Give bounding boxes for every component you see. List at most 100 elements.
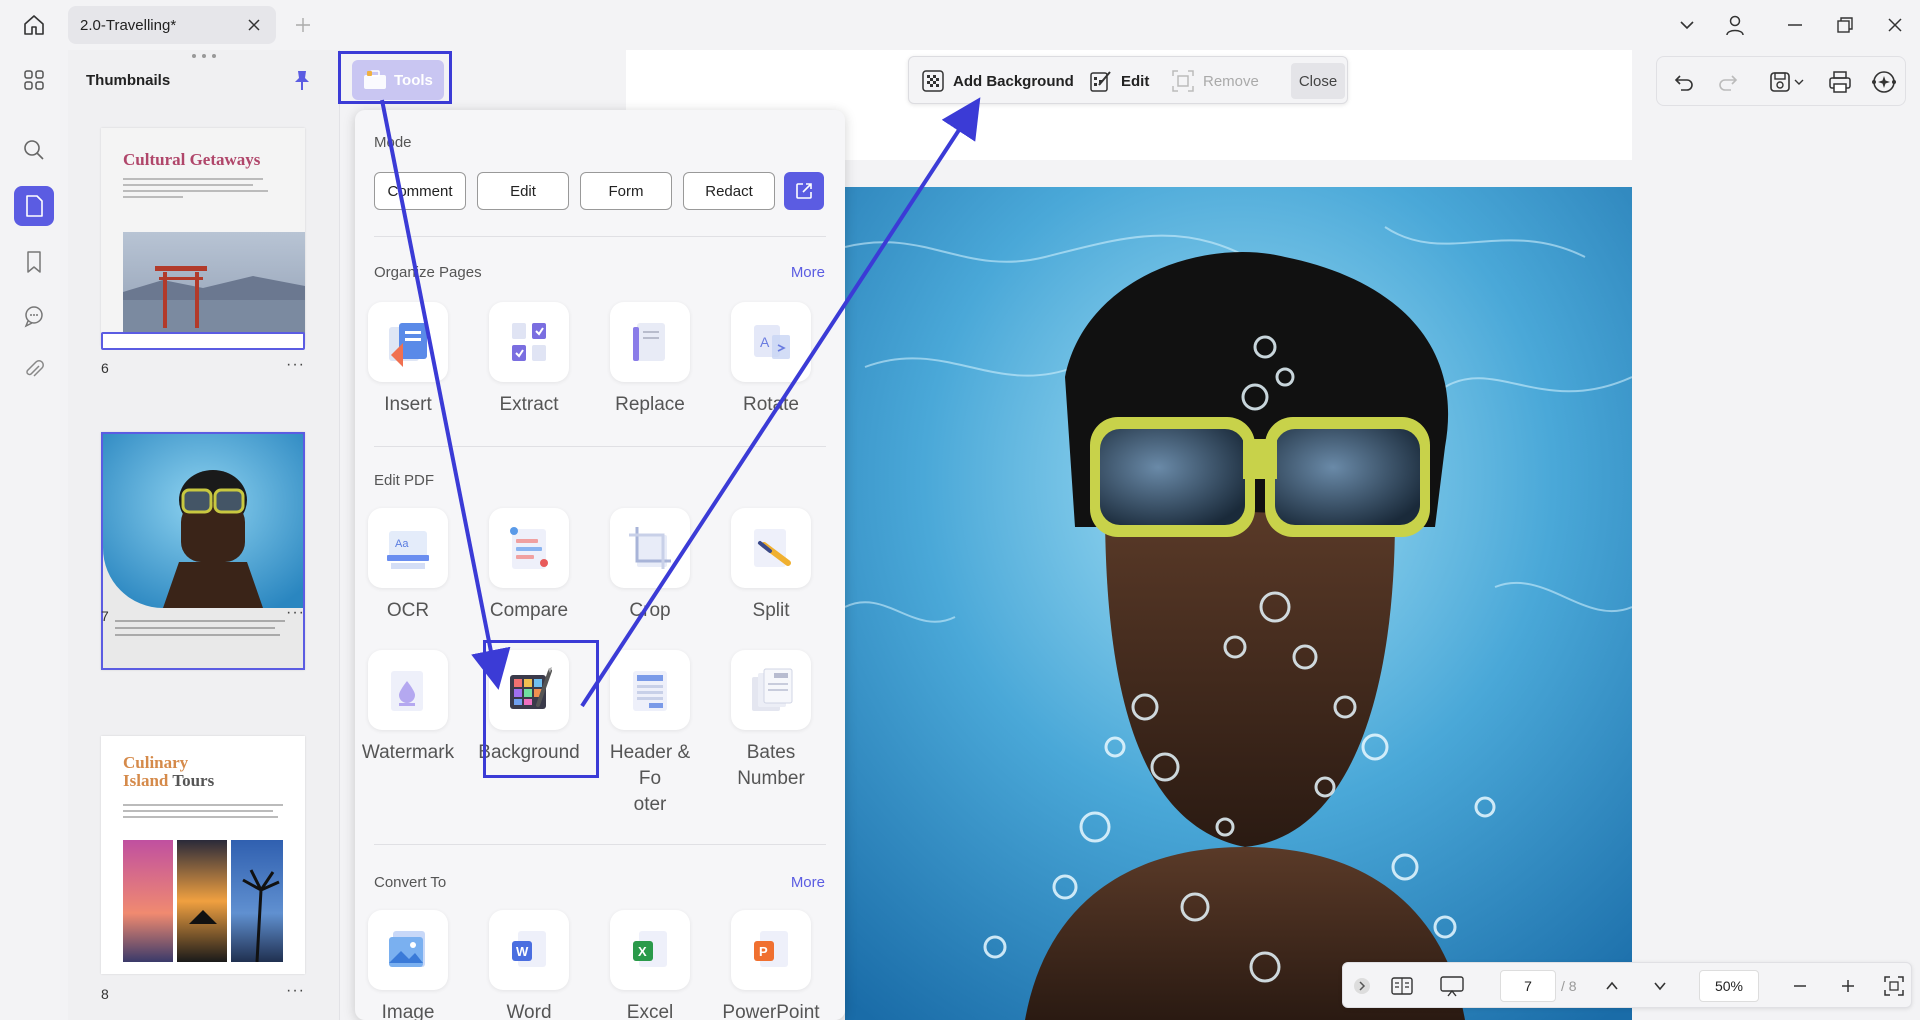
- chevron-down-icon[interactable]: [1670, 8, 1704, 42]
- home-icon[interactable]: [17, 8, 51, 42]
- search-icon[interactable]: [14, 130, 54, 170]
- thumbnail-heading: Culinary Island Tours: [123, 753, 215, 790]
- presentation-icon[interactable]: [1437, 971, 1467, 1001]
- new-tab-icon[interactable]: [286, 8, 320, 42]
- thumbnail-number: 6: [101, 360, 109, 376]
- close-window-icon[interactable]: [1878, 8, 1912, 42]
- svg-text:A: A: [760, 334, 770, 350]
- minimize-icon[interactable]: [1778, 8, 1812, 42]
- comment-icon[interactable]: [14, 296, 54, 336]
- tool-extract[interactable]: Extract: [469, 302, 589, 418]
- excel-icon: X: [633, 931, 667, 967]
- tool-compare[interactable]: Compare: [469, 508, 589, 624]
- insert-icon: [389, 323, 427, 367]
- mode-form-button[interactable]: Form: [580, 172, 672, 210]
- svg-text:X: X: [638, 944, 647, 959]
- thumbnail-page-6[interactable]: Cultural Getaways: [101, 128, 305, 346]
- tab-title: 2.0-Travelling*: [80, 16, 177, 34]
- external-link-icon: [796, 183, 812, 199]
- organize-more-link[interactable]: More: [791, 264, 825, 281]
- pin-icon[interactable]: [290, 68, 314, 92]
- mode-comment-button[interactable]: Comment: [374, 172, 466, 210]
- tool-watermark[interactable]: Watermark: [355, 650, 468, 766]
- open-external-button[interactable]: [784, 172, 824, 210]
- page-number-input[interactable]: [1500, 970, 1556, 1002]
- bookmark-icon[interactable]: [14, 242, 54, 282]
- redo-icon[interactable]: [1713, 67, 1743, 97]
- tool-background[interactable]: Background: [469, 650, 589, 766]
- edit-background-icon: [1090, 71, 1111, 92]
- thumbnail-more-icon[interactable]: ···: [286, 356, 305, 374]
- toolbox-icon: [364, 70, 386, 89]
- thumbnail-more-icon[interactable]: ···: [286, 604, 305, 622]
- thumbnail-selection-bar: [101, 332, 305, 350]
- thumbnail-number: 8: [101, 986, 109, 1002]
- thumbnail-heading: Cultural Getaways: [123, 150, 261, 169]
- edit-pdf-section-title: Edit PDF: [374, 472, 435, 489]
- title-bar: 2.0-Travelling*: [0, 0, 1920, 50]
- word-icon: W: [512, 931, 546, 967]
- print-icon[interactable]: [1825, 67, 1855, 97]
- tool-convert-word[interactable]: W Word: [469, 910, 589, 1020]
- close-background-toolbar-button[interactable]: Close: [1291, 63, 1345, 99]
- bates-number-icon: [752, 668, 793, 711]
- restore-icon[interactable]: [1828, 8, 1862, 42]
- thumbnails-title: Thumbnails: [86, 72, 171, 89]
- undo-icon[interactable]: [1669, 67, 1699, 97]
- attachment-icon[interactable]: [14, 350, 54, 390]
- thumbnail-number: 7: [101, 608, 109, 624]
- thumbnail-page-7[interactable]: [101, 432, 305, 670]
- thumbnail-page-8[interactable]: Culinary Island Tours: [101, 736, 305, 974]
- fit-page-icon[interactable]: [1879, 971, 1909, 1001]
- thumbnails-panel: Thumbnails Cultural Getaways 6 ··· 7 ···…: [68, 50, 340, 1020]
- user-icon[interactable]: [1718, 8, 1752, 42]
- tool-header-footer[interactable]: Header & Fo oter: [590, 650, 710, 818]
- tool-convert-image[interactable]: Image: [355, 910, 468, 1020]
- page-layout-icon[interactable]: [1387, 971, 1417, 1001]
- remove-background-button[interactable]: Remove: [1171, 65, 1259, 97]
- next-page-icon[interactable]: [1645, 971, 1675, 1001]
- close-icon[interactable]: [242, 13, 266, 37]
- tool-crop[interactable]: Crop: [590, 508, 710, 624]
- apps-grid-icon[interactable]: [14, 60, 54, 100]
- right-toolbar: [1656, 56, 1906, 106]
- crop-icon: [629, 527, 671, 569]
- tools-button[interactable]: Tools: [352, 60, 444, 100]
- zoom-in-icon[interactable]: [1833, 971, 1863, 1001]
- tool-convert-excel[interactable]: X Excel: [590, 910, 710, 1020]
- zoom-out-icon[interactable]: [1785, 971, 1815, 1001]
- page-thumbnails-icon[interactable]: [14, 186, 54, 226]
- tool-replace[interactable]: Replace: [590, 302, 710, 418]
- thumbnail-more-icon[interactable]: ···: [286, 982, 305, 1000]
- powerpoint-icon: P: [754, 931, 788, 967]
- diver-photo: [845, 187, 1632, 1020]
- ocr-icon: Aa: [387, 531, 429, 569]
- mode-redact-button[interactable]: Redact: [683, 172, 775, 210]
- tool-insert[interactable]: Insert: [355, 302, 468, 418]
- tools-panel: Mode Comment Edit Form Redact Organize P…: [355, 110, 845, 1020]
- previous-page-icon[interactable]: [1597, 971, 1627, 1001]
- mode-edit-button[interactable]: Edit: [477, 172, 569, 210]
- collapse-bar-icon[interactable]: [1351, 971, 1373, 1001]
- save-options-chevron-icon[interactable]: [1791, 67, 1807, 97]
- convert-more-link[interactable]: More: [791, 874, 825, 891]
- organize-section-title: Organize Pages: [374, 264, 482, 281]
- tool-bates-number[interactable]: Bates Number: [711, 650, 831, 792]
- svg-text:Aa: Aa: [395, 538, 409, 550]
- tool-convert-powerpoint[interactable]: P PowerPoint: [711, 910, 831, 1020]
- document-tab[interactable]: 2.0-Travelling*: [68, 6, 276, 44]
- add-background-icon: [922, 70, 944, 92]
- thumbnail-text-lines: [115, 620, 285, 636]
- tool-rotate[interactable]: A Rotate: [711, 302, 831, 418]
- panel-grip[interactable]: [192, 54, 216, 60]
- tool-split[interactable]: Split: [711, 508, 831, 624]
- bottom-navigation-bar: / 8 50%: [1342, 962, 1912, 1008]
- convert-section-title: Convert To: [374, 874, 447, 891]
- replace-icon: [633, 323, 665, 361]
- header-footer-icon: [633, 671, 667, 711]
- ai-assistant-icon[interactable]: [1869, 67, 1899, 97]
- tool-ocr[interactable]: Aa OCR: [355, 508, 468, 624]
- add-background-button[interactable]: Add Background: [921, 65, 1074, 97]
- edit-background-button[interactable]: Edit: [1089, 65, 1149, 97]
- zoom-level[interactable]: 50%: [1699, 970, 1759, 1002]
